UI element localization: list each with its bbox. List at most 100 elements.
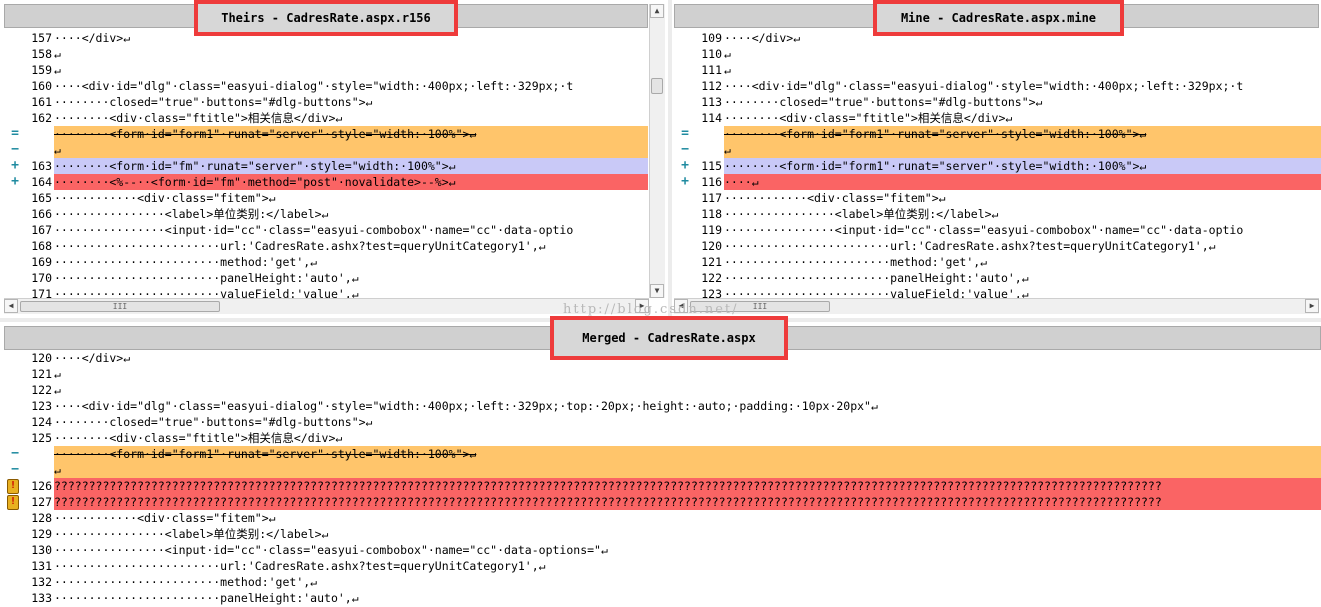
scroll-up-button[interactable]: ▲ <box>650 4 664 18</box>
code-line[interactable]: 168 ························url:'CadresRa… <box>4 238 648 254</box>
code-line[interactable]: 165 ············<div·class="fitem">↵ <box>4 190 648 206</box>
code-text[interactable]: ····<div·id="dlg"·class="easyui-dialog"·… <box>724 78 1321 94</box>
theirs-vertical-scrollbar[interactable]: ▲ ▼ <box>649 4 665 298</box>
code-text[interactable]: ↵ <box>724 142 1321 158</box>
code-line[interactable]: 161 ········closed="true"·buttons="#dlg-b… <box>4 94 648 110</box>
code-line[interactable]: ! 127????????????????????????????????????… <box>4 494 1321 510</box>
code-line[interactable]: 169 ························method:'get',… <box>4 254 648 270</box>
code-line[interactable]: 114 ········<div·class="ftitle">相关信息</div… <box>674 110 1321 126</box>
theirs-lines[interactable]: 157 ····</div>↵ 158 ↵ 159 ↵ 160 ····<div·id="dl… <box>4 30 648 302</box>
code-line[interactable]: 160 ····<div·id="dlg"·class="easyui-dialo… <box>4 78 648 94</box>
code-text[interactable]: ↵ <box>724 46 1321 62</box>
code-text[interactable]: ········<form·id="form1"·runat="server"·… <box>724 158 1321 174</box>
code-line[interactable]: 124 ········closed="true"·buttons="#dlg-b… <box>4 414 1321 430</box>
code-text[interactable]: ········closed="true"·buttons="#dlg-butt… <box>54 414 1321 430</box>
code-text[interactable]: ↵ <box>54 462 1321 478</box>
code-line[interactable]: 113 ········closed="true"·buttons="#dlg-b… <box>674 94 1321 110</box>
code-text[interactable]: ········<div·class="ftitle">相关信息</div>↵ <box>54 110 648 126</box>
code-text[interactable]: ························method:'get',↵ <box>724 254 1321 270</box>
code-text[interactable]: ↵ <box>54 46 648 62</box>
code-text[interactable]: ↵ <box>724 62 1321 78</box>
code-line[interactable]: 121 ↵ <box>4 366 1321 382</box>
code-text[interactable]: ············<div·class="fitem">↵ <box>54 510 1321 526</box>
code-text[interactable]: ························panelHeight:'aut… <box>54 270 648 286</box>
code-line[interactable]: 131 ························url:'CadresRa… <box>4 558 1321 574</box>
code-line[interactable]: ! 126????????????????????????????????????… <box>4 478 1321 494</box>
code-line[interactable]: 119 ················<input·id="cc"·class=… <box>674 222 1321 238</box>
code-text[interactable]: ········closed="true"·buttons="#dlg-butt… <box>724 94 1321 110</box>
code-text[interactable]: ········<form·id="form1"·runat="server"·… <box>724 126 1321 142</box>
horizontal-scroll-thumb[interactable]: III <box>20 301 220 312</box>
code-text[interactable]: ········<form·id="form1"·runat="server"·… <box>54 126 648 142</box>
code-text[interactable]: ↵ <box>54 62 648 78</box>
theirs-pane[interactable]: 157 ····</div>↵ 158 ↵ 159 ↵ 160 ····<div·id="dl… <box>0 0 668 318</box>
mine-pane[interactable]: 109 ····</div>↵ 110 ↵ 111 ↵ 112 ····<div·id="dl… <box>672 0 1321 318</box>
code-line[interactable]: 133 ························panelHeight:'… <box>4 590 1321 606</box>
mine-horizontal-scrollbar[interactable]: ◀ III ▶ <box>674 298 1319 314</box>
code-text[interactable]: ················<label>单位类别:</label>↵ <box>54 526 1321 542</box>
code-line[interactable]: 117 ············<div·class="fitem">↵ <box>674 190 1321 206</box>
code-text[interactable]: ········<%--··<form·id="fm"·method="post… <box>54 174 648 190</box>
code-line[interactable]: 166 ················<label>单位类别:</label>↵ <box>4 206 648 222</box>
code-line[interactable]: +115 ········<form·id="form1"·runat="serv… <box>674 158 1321 174</box>
code-text[interactable]: ↵ <box>54 366 1321 382</box>
code-line[interactable]: − ↵ <box>4 462 1321 478</box>
code-text[interactable]: ············<div·class="fitem">↵ <box>724 190 1321 206</box>
code-line[interactable]: = ········<form·id="form1"·runat="server"… <box>4 126 648 142</box>
code-text[interactable]: ????????????????????????????????????????… <box>54 494 1321 510</box>
code-text[interactable]: ↵ <box>54 142 648 158</box>
code-text[interactable]: ························method:'get',↵ <box>54 574 1321 590</box>
code-text[interactable]: ········<form·id="form1"·runat="server"·… <box>54 446 1321 462</box>
code-line[interactable]: 159 ↵ <box>4 62 648 78</box>
code-line[interactable]: 132 ························method:'get',… <box>4 574 1321 590</box>
code-text[interactable]: ················<label>单位类别:</label>↵ <box>54 206 648 222</box>
code-line[interactable]: +116 ····↵ <box>674 174 1321 190</box>
code-line[interactable]: 111 ↵ <box>674 62 1321 78</box>
code-line[interactable]: 129 ················<label>单位类别:</label>↵ <box>4 526 1321 542</box>
code-text[interactable]: ········<form·id="fm"·runat="server"·sty… <box>54 158 648 174</box>
code-text[interactable]: ················<input·id="cc"·class="ea… <box>724 222 1321 238</box>
code-line[interactable]: 121 ························method:'get',… <box>674 254 1321 270</box>
code-text[interactable]: ····↵ <box>724 174 1321 190</box>
code-line[interactable]: 122 ························panelHeight:'… <box>674 270 1321 286</box>
merged-lines[interactable]: 120 ····</div>↵ 121 ↵ 122 ↵ 123 ····<div·id="dl… <box>4 350 1321 606</box>
scroll-left-button[interactable]: ◀ <box>4 299 18 313</box>
code-line[interactable]: 122 ↵ <box>4 382 1321 398</box>
scroll-down-button[interactable]: ▼ <box>650 284 664 298</box>
code-line[interactable]: 162 ········<div·class="ftitle">相关信息</div… <box>4 110 648 126</box>
code-line[interactable]: 112 ····<div·id="dlg"·class="easyui-dialo… <box>674 78 1321 94</box>
code-line[interactable]: 128 ············<div·class="fitem">↵ <box>4 510 1321 526</box>
code-text[interactable]: ????????????????????????????????????????… <box>54 478 1321 494</box>
code-line[interactable]: +164 ········<%--··<form·id="fm"·method="… <box>4 174 648 190</box>
code-text[interactable]: ························panelHeight:'aut… <box>724 270 1321 286</box>
code-text[interactable]: ························panelHeight:'aut… <box>54 590 1321 606</box>
code-text[interactable]: ························method:'get',↵ <box>54 254 648 270</box>
code-line[interactable]: 110 ↵ <box>674 46 1321 62</box>
code-line[interactable]: 125 ········<div·class="ftitle">相关信息</div… <box>4 430 1321 446</box>
code-line[interactable]: 118 ················<label>单位类别:</label>↵ <box>674 206 1321 222</box>
code-text[interactable]: ········closed="true"·buttons="#dlg-butt… <box>54 94 648 110</box>
code-line[interactable]: 123 ····<div·id="dlg"·class="easyui-dialo… <box>4 398 1321 414</box>
code-text[interactable]: ····<div·id="dlg"·class="easyui-dialog"·… <box>54 78 648 94</box>
code-line[interactable]: 170 ························panelHeight:'… <box>4 270 648 286</box>
scroll-right-button[interactable]: ▶ <box>1305 299 1319 313</box>
code-line[interactable]: − ········<form·id="form1"·runat="server"… <box>4 446 1321 462</box>
theirs-horizontal-scrollbar[interactable]: ◀ III ▶ <box>4 298 649 314</box>
code-line[interactable]: 167 ················<input·id="cc"·class=… <box>4 222 648 238</box>
code-line[interactable]: = ········<form·id="form1"·runat="server"… <box>674 126 1321 142</box>
code-line[interactable]: +163 ········<form·id="fm"·runat="server"… <box>4 158 648 174</box>
code-text[interactable]: ························url:'CadresRate.… <box>54 558 1321 574</box>
code-text[interactable]: ················<input·id="cc"·class="ea… <box>54 542 1321 558</box>
code-text[interactable]: ················<input·id="cc"·class="ea… <box>54 222 648 238</box>
code-line[interactable]: 158 ↵ <box>4 46 648 62</box>
code-line[interactable]: 120 ························url:'CadresRa… <box>674 238 1321 254</box>
code-line[interactable]: − ↵ <box>674 142 1321 158</box>
code-text[interactable]: ················<label>单位类别:</label>↵ <box>724 206 1321 222</box>
mine-lines[interactable]: 109 ····</div>↵ 110 ↵ 111 ↵ 112 ····<div·id="dl… <box>674 30 1321 302</box>
code-text[interactable]: ········<div·class="ftitle">相关信息</div>↵ <box>724 110 1321 126</box>
code-text[interactable]: ····<div·id="dlg"·class="easyui-dialog"·… <box>54 398 1321 414</box>
code-line[interactable]: 130 ················<input·id="cc"·class=… <box>4 542 1321 558</box>
code-text[interactable]: ↵ <box>54 382 1321 398</box>
code-text[interactable]: ············<div·class="fitem">↵ <box>54 190 648 206</box>
merged-pane[interactable]: 120 ····</div>↵ 121 ↵ 122 ↵ 123 ····<div·id="dl… <box>0 322 1321 607</box>
